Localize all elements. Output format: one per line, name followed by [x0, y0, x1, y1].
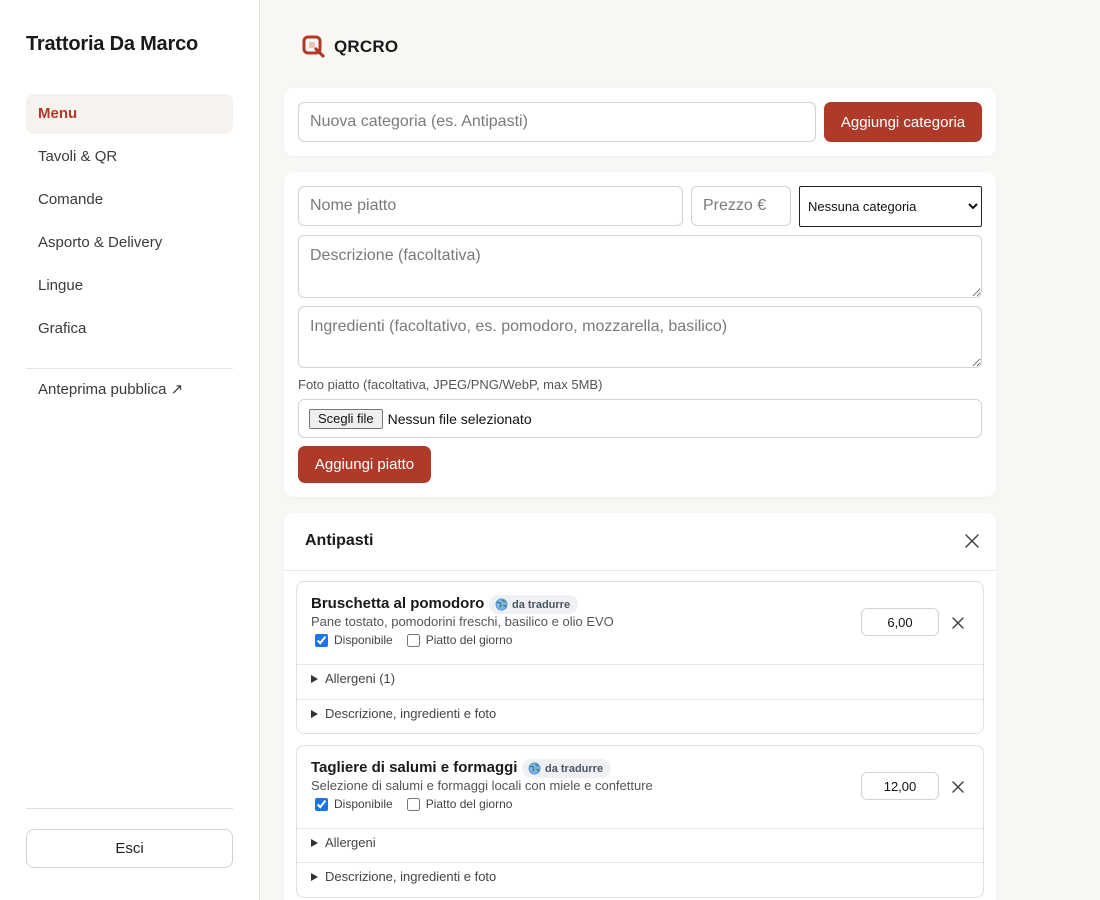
sidebar-item-asporto-delivery[interactable]: Asporto & Delivery	[26, 223, 233, 263]
dish-description-input[interactable]	[298, 235, 982, 298]
add-category-button[interactable]: Aggiungi categoria	[824, 102, 982, 142]
remove-dish-icon[interactable]	[951, 780, 965, 794]
sidebar-nav: Menu Tavoli & QR Comande Asporto & Deliv…	[26, 94, 233, 352]
new-category-card: Aggiungi categoria	[284, 88, 996, 156]
row-divider	[297, 828, 983, 829]
triangle-right-icon	[311, 709, 318, 718]
dish-flags: Disponibile Piatto del giorno	[311, 633, 512, 647]
dish-item: Tagliere di salumi e formaggi da tradurr…	[296, 745, 984, 898]
allergens-label: Allergeni	[325, 835, 376, 850]
file-status: Nessun file selezionato	[387, 410, 532, 427]
price-input[interactable]	[861, 608, 939, 636]
details-label: Descrizione, ingredienti e foto	[325, 869, 497, 884]
q-magnifier-logo-icon	[302, 35, 325, 58]
dish-description: Pane tostato, pomodorini freschi, basili…	[311, 614, 614, 629]
dish-of-day-checkbox[interactable]	[406, 797, 420, 811]
dish-flags: Disponibile Piatto del giorno	[311, 797, 512, 811]
choose-file-button[interactable]: Scegli file	[309, 408, 383, 429]
nav-divider	[26, 368, 233, 369]
translation-badge: da tradurre	[522, 759, 612, 778]
translation-badge-label: da tradurre	[512, 598, 571, 611]
restaurant-name: Trattoria Da Marco	[26, 33, 199, 55]
add-dish-button[interactable]: Aggiungi piatto	[298, 446, 431, 483]
category-section-antipasti: Antipasti Bruschetta al pomodoro da trad…	[284, 513, 996, 900]
row-divider	[297, 699, 983, 700]
sidebar-item-grafica[interactable]: Grafica	[26, 309, 233, 349]
translation-badge: da tradurre	[489, 595, 579, 614]
sidebar: Trattoria Da Marco Menu Tavoli & QR Coma…	[0, 0, 260, 900]
logout-button[interactable]: Esci	[26, 829, 233, 868]
triangle-right-icon	[311, 872, 318, 881]
brand-name: QRCRO	[334, 37, 399, 56]
dish-name: Tagliere di salumi e formaggi	[311, 759, 518, 776]
public-preview-link[interactable]: Anteprima pubblica ↗	[38, 379, 183, 401]
dish-description: Selezione di salumi e formaggi locali co…	[311, 778, 653, 793]
sidebar-item-lingue[interactable]: Lingue	[26, 266, 233, 306]
dish-item: Bruschetta al pomodoro da tradurre Pane …	[296, 581, 984, 734]
sidebar-item-tavoli-qr[interactable]: Tavoli & QR	[26, 137, 233, 177]
new-category-input[interactable]	[298, 102, 816, 142]
section-header: Antipasti	[284, 513, 996, 571]
dish-ingredients-input[interactable]	[298, 306, 982, 368]
dish-price-input[interactable]	[691, 186, 791, 226]
triangle-right-icon	[311, 838, 318, 847]
available-label: Disponibile	[334, 797, 393, 811]
details-label: Descrizione, ingredienti e foto	[325, 706, 497, 721]
brand-header: QRCRO	[302, 35, 398, 59]
row-divider	[297, 664, 983, 665]
dish-of-day-label: Piatto del giorno	[425, 797, 513, 811]
details-toggle[interactable]: Descrizione, ingredienti e foto	[311, 867, 496, 887]
available-checkbox[interactable]	[315, 797, 328, 811]
new-dish-card: Nessuna categoria Foto piatto (facoltati…	[284, 172, 996, 497]
photo-file-picker: Scegli file Nessun file selezionato	[298, 399, 982, 438]
globe-icon	[528, 762, 541, 775]
dish-name: Bruschetta al pomodoro	[311, 595, 485, 612]
sidebar-bottom-divider	[26, 808, 233, 809]
details-toggle[interactable]: Descrizione, ingredienti e foto	[311, 704, 496, 724]
dish-of-day-checkbox[interactable]	[406, 633, 420, 647]
globe-icon	[495, 598, 508, 611]
translation-badge-label: da tradurre	[545, 762, 604, 775]
price-input[interactable]	[861, 772, 939, 800]
photo-hint: Foto piatto (facoltativa, JPEG/PNG/WebP,…	[298, 377, 603, 392]
section-title: Antipasti	[305, 532, 374, 549]
available-checkbox[interactable]	[315, 633, 328, 647]
allergens-toggle[interactable]: Allergeni	[311, 833, 376, 853]
available-label: Disponibile	[334, 633, 393, 647]
sidebar-item-comande[interactable]: Comande	[26, 180, 233, 220]
sidebar-item-menu[interactable]: Menu	[26, 94, 233, 134]
dish-name-input[interactable]	[298, 186, 683, 226]
dish-category-select[interactable]: Nessuna categoria	[799, 186, 982, 227]
close-icon[interactable]	[964, 533, 980, 549]
row-divider	[297, 862, 983, 863]
allergens-toggle[interactable]: Allergeni (1)	[311, 669, 395, 689]
triangle-right-icon	[311, 674, 318, 683]
remove-dish-icon[interactable]	[951, 616, 965, 630]
dish-of-day-label: Piatto del giorno	[425, 633, 513, 647]
allergens-label: Allergeni (1)	[325, 671, 396, 686]
